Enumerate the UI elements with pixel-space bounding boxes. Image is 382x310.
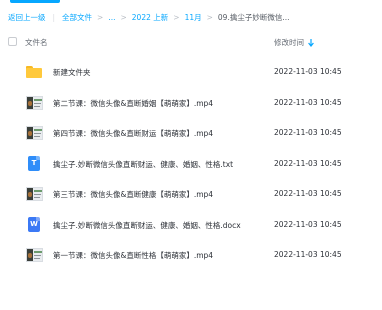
file-name[interactable]: 新建文件夹	[53, 67, 91, 78]
chevron-right-icon: >	[97, 12, 104, 22]
file-name[interactable]: 第二节课：微信头像&直断婚姻【萌萌家】.mp4	[53, 98, 213, 109]
chevron-right-icon: >	[173, 12, 180, 22]
breadcrumb-item-2022[interactable]: 2022 上新	[132, 12, 168, 23]
file-row[interactable]: 第二节课：微信头像&直断婚姻【萌萌家】.mp4 2022-11-03 10:45	[0, 91, 382, 115]
chevron-right-icon: >	[206, 12, 213, 22]
file-name[interactable]: 第一节课：微信头像&直断性格【萌萌家】.mp4	[53, 250, 213, 261]
column-filename[interactable]: 文件名	[25, 37, 48, 48]
chevron-right-icon: >	[120, 12, 127, 22]
file-name[interactable]: 第四节课：微信头像&直断财运【萌萌家】.mp4	[53, 128, 213, 139]
txt-file-icon: T	[28, 155, 40, 171]
file-modified-time: 2022-11-03 10:45	[274, 128, 342, 137]
file-modified-time: 2022-11-03 10:45	[274, 219, 342, 229]
file-name[interactable]: 第三节课：微信头像&直断健康【萌萌家】.mp4	[53, 189, 213, 200]
breadcrumb-current: 09.擒尘子妙断微信...	[217, 12, 290, 22]
file-row[interactable]: 第四节课：微信头像&直断财运【萌萌家】.mp4 2022-11-03 10:45	[0, 121, 382, 145]
file-row[interactable]: W 擒尘子.妙断微信头像直断财运、健康、婚姻、性格.docx 2022-11-03 …	[0, 213, 382, 237]
column-modified-time[interactable]: 修改时间	[274, 37, 314, 48]
file-modified-time: 2022-11-03 10:45	[274, 189, 342, 198]
file-row[interactable]: 第三节课：微信头像&直断健康【萌萌家】.mp4 2022-11-03 10:45	[0, 182, 382, 206]
word-doc-icon: W	[28, 216, 40, 232]
video-thumbnail-icon	[26, 248, 43, 262]
video-thumbnail-icon	[26, 126, 43, 140]
folder-icon	[26, 66, 42, 78]
breadcrumb-ellipsis[interactable]: ...	[108, 13, 115, 22]
back-link[interactable]: 返回上一级	[8, 12, 46, 23]
file-row[interactable]: T 擒尘子.妙断微信头像直断财运、健康、婚姻、性格.txt 2022-11-03 1…	[0, 152, 382, 176]
sort-desc-icon	[308, 38, 314, 47]
file-name[interactable]: 擒尘子.妙断微信头像直断财运、健康、婚姻、性格.docx	[53, 220, 241, 231]
active-tab-indicator	[10, 0, 60, 3]
file-modified-time: 2022-11-03 10:45	[274, 67, 342, 76]
breadcrumb-divider: |	[52, 12, 56, 22]
breadcrumb: 返回上一级 | 全部文件 > ... > 2022 上新 > 11月 > 09.…	[8, 10, 290, 24]
breadcrumb-root[interactable]: 全部文件	[62, 12, 92, 23]
file-name[interactable]: 擒尘子.妙断微信头像直断财运、健康、婚姻、性格.txt	[53, 159, 233, 170]
video-thumbnail-icon	[26, 95, 43, 110]
file-list-header: 文件名 修改时间	[0, 32, 382, 52]
select-all-checkbox[interactable]	[8, 37, 17, 46]
video-thumbnail-icon	[26, 187, 43, 201]
file-row[interactable]: 新建文件夹 2022-11-03 10:45	[0, 60, 382, 84]
file-modified-time: 2022-11-03 10:45	[274, 158, 342, 168]
column-modified-time-label: 修改时间	[274, 38, 304, 47]
file-modified-time: 2022-11-03 10:45	[274, 97, 342, 107]
file-modified-time: 2022-11-03 10:45	[274, 250, 342, 259]
file-row[interactable]: 第一节课：微信头像&直断性格【萌萌家】.mp4 2022-11-03 10:45	[0, 243, 382, 267]
breadcrumb-item-11[interactable]: 11月	[185, 12, 202, 23]
